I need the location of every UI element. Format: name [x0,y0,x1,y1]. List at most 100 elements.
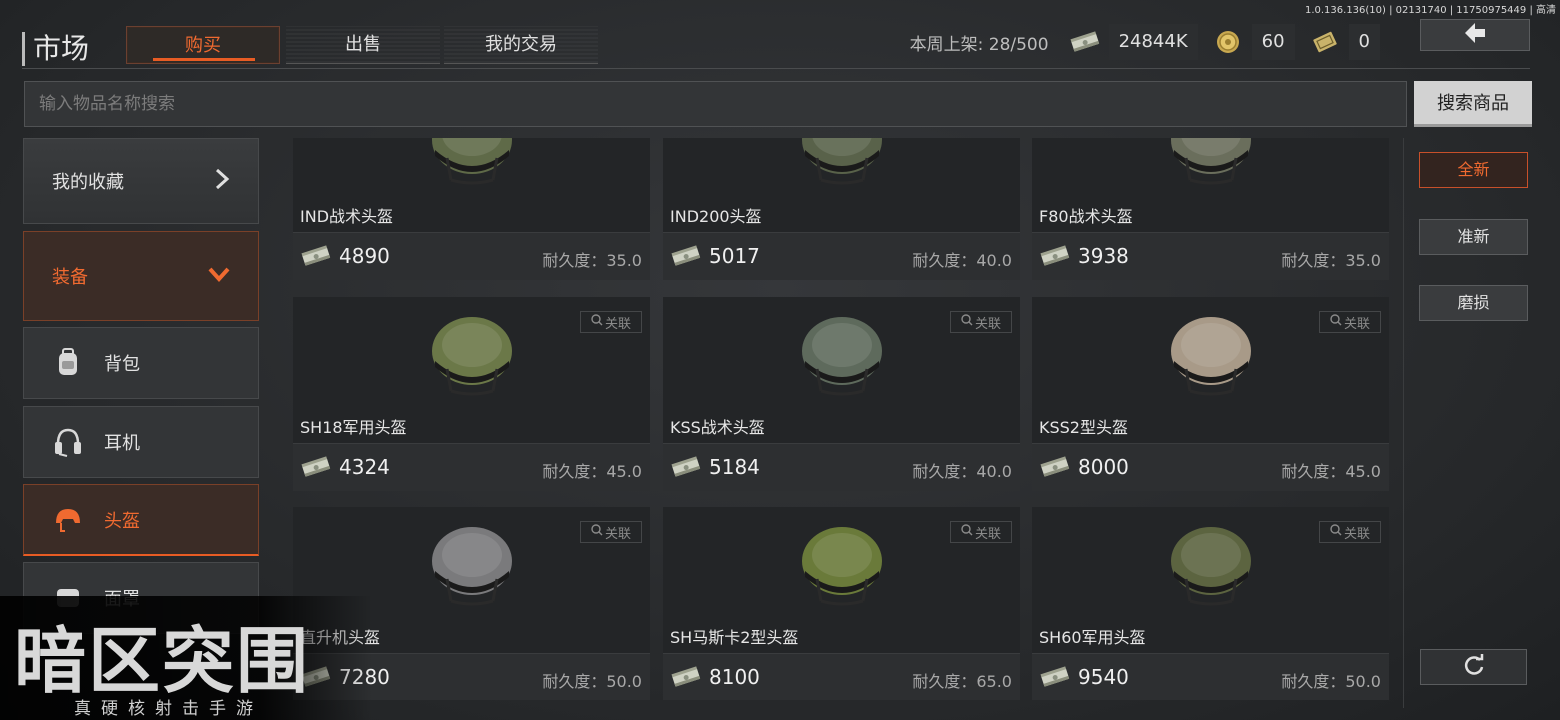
item-footer: 5017 耐久度：40.0 [663,233,1020,280]
helmet-image [663,138,1020,202]
sidebar-item-backpack[interactable]: 背包 [23,327,259,399]
tab-my-trades[interactable]: 我的交易 [444,26,598,64]
item-name: SH马斯卡2型头盔 [670,628,799,647]
cash-stack-icon [1039,245,1071,271]
tab-my-trades-label: 我的交易 [485,34,557,55]
filter-worn[interactable]: 磨损 [1419,285,1528,321]
sidebar-equipment[interactable]: 装备 [23,231,259,321]
item-card[interactable]: 关联 KSS战术头盔 5184 耐久度：40.0 [663,297,1020,491]
helmet-icon [52,504,84,536]
item-name: IND200头盔 [670,207,762,226]
item-card[interactable]: 关联 KSS2型头盔 8000 耐久度：45.0 [1032,297,1389,491]
item-price: 8000 [1078,455,1129,479]
ticket-icon [1307,24,1343,60]
item-footer: 3938 耐久度：35.0 [1032,233,1389,280]
header-stats: 本周上架: 28/500 24844K 60 0 [910,24,1386,60]
right-divider [1403,138,1404,708]
item-footer: 8100 耐久度：65.0 [663,654,1020,700]
item-durability: 耐久度：45.0 [1281,462,1381,481]
backpack-icon [52,347,84,379]
tab-buy[interactable]: 购买 [126,26,280,64]
item-name: SH60军用头盔 [1039,628,1146,647]
sidebar-equipment-label: 装备 [52,267,88,288]
tab-buy-label: 购买 [185,35,221,56]
item-card[interactable]: IND200头盔 5017 耐久度：40.0 [663,138,1020,280]
item-name: F80战术头盔 [1039,207,1133,226]
sidebar-item-headset[interactable]: 耳机 [23,406,259,478]
tab-sell[interactable]: 出售 [286,26,440,64]
headset-icon [52,426,84,458]
related-label: 关联 [604,526,631,542]
related-button[interactable]: 关联 [950,521,1012,543]
refresh-button[interactable] [1420,649,1527,685]
cash-stack-icon [670,245,702,271]
chevron-right-icon [214,168,230,195]
item-card[interactable]: 关联 SH60军用头盔 9540 耐久度：50.0 [1032,507,1389,700]
related-button[interactable]: 关联 [1319,521,1381,543]
item-card[interactable]: 关联 SH18军用头盔 4324 耐久度：45.0 [293,297,650,491]
related-button[interactable]: 关联 [1319,311,1381,333]
item-name: KSS2型头盔 [1039,418,1128,437]
magnifier-icon [961,314,973,330]
cash-stack-icon [670,456,702,482]
coin-value: 60 [1251,24,1295,60]
version-info: 1.0.136.136(10) | 02131740 | 11750975449… [1304,5,1556,16]
sidebar-favorites[interactable]: 我的收藏 [23,138,259,224]
item-name: SH18军用头盔 [300,418,407,437]
page-title: 市场 [22,32,89,66]
item-durability: 耐久度：40.0 [912,462,1012,481]
search-input[interactable] [24,81,1407,127]
item-durability: 耐久度：35.0 [1281,251,1381,270]
sidebar-favorites-label: 我的收藏 [52,172,124,193]
item-price: 5184 [709,455,760,479]
item-durability: 耐久度：50.0 [1281,672,1381,691]
magnifier-icon [1330,524,1342,540]
cash-stack-icon [300,245,332,271]
item-durability: 耐久度：65.0 [912,672,1012,691]
related-button[interactable]: 关联 [950,311,1012,333]
ticket-value: 0 [1348,24,1380,60]
week-listing-value: 28/500 [988,34,1049,55]
item-price: 4324 [339,455,390,479]
item-price: 9540 [1078,665,1129,689]
sidebar-item-helmet[interactable]: 头盔 [23,484,259,556]
magnifier-icon [591,314,603,330]
related-button[interactable]: 关联 [580,521,642,543]
item-card[interactable]: F80战术头盔 3938 耐久度：35.0 [1032,138,1389,280]
item-card[interactable]: 关联 SH马斯卡2型头盔 8100 耐久度：65.0 [663,507,1020,700]
logo-title: 暗区突围 [14,619,311,703]
item-price: 3938 [1078,244,1129,268]
cash-stack-icon [1039,666,1071,692]
week-listing-label: 本周上架: [909,34,984,55]
logo-subtitle: 真硬核射击手游 [74,699,263,719]
search-button[interactable]: 搜索商品 [1414,81,1532,127]
related-label: 关联 [974,316,1001,332]
related-label: 关联 [974,526,1001,542]
item-durability: 耐久度：45.0 [542,462,642,481]
item-name: IND战术头盔 [300,207,394,226]
related-label: 关联 [1343,526,1370,542]
gold-coin-icon [1210,24,1246,60]
cash-stack-icon [1067,24,1103,60]
item-footer: 5184 耐久度：40.0 [663,444,1020,491]
item-footer: 8000 耐久度：45.0 [1032,444,1389,491]
game-logo: 暗区突围 真硬核射击手游 [0,596,372,720]
item-price: 8100 [709,665,760,689]
item-price: 5017 [709,244,760,268]
item-grid: IND战术头盔 4890 耐久度：35.0 IND200头盔 5017 耐久度：40.0 F… [293,138,1389,700]
related-button[interactable]: 关联 [580,311,642,333]
item-name: KSS战术头盔 [670,418,765,437]
item-footer: 4890 耐久度：35.0 [293,233,650,280]
cash-stack-icon [1039,456,1071,482]
cash-stack-icon [670,666,702,692]
filter-brand-new[interactable]: 全新 [1419,152,1528,188]
item-durability: 耐久度：40.0 [912,251,1012,270]
sidebar-item-label: 背包 [104,354,140,375]
item-card[interactable]: IND战术头盔 4890 耐久度：35.0 [293,138,650,280]
filter-like-new[interactable]: 准新 [1419,219,1528,255]
sidebar-item-label: 头盔 [104,510,140,532]
item-price: 4890 [339,244,390,268]
week-listing: 本周上架: 28/500 [910,30,1049,55]
related-label: 关联 [1343,316,1370,332]
back-button[interactable] [1420,19,1530,51]
